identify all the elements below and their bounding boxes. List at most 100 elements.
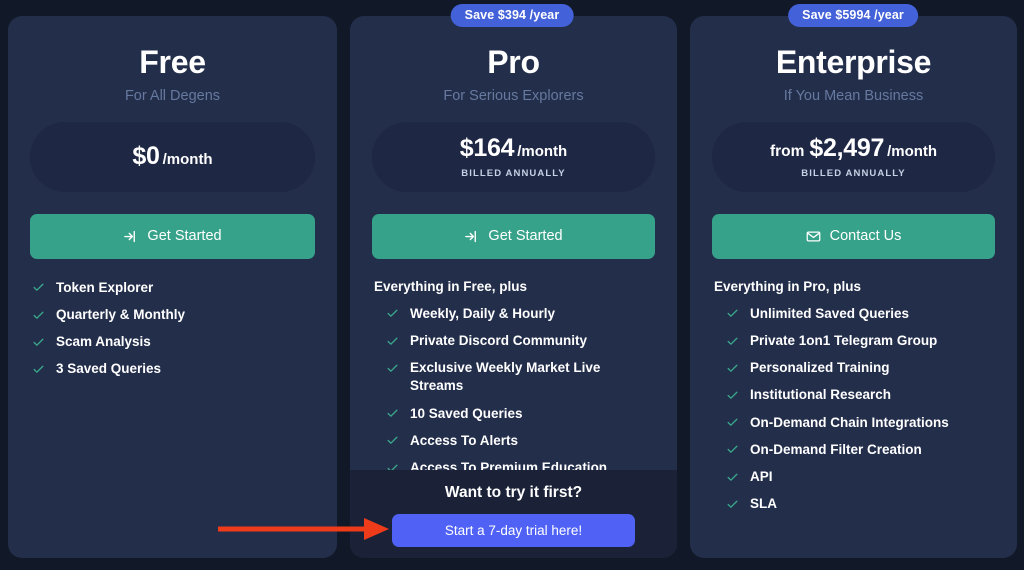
check-icon (726, 496, 739, 512)
check-icon (726, 442, 739, 458)
feature-label: SLA (750, 496, 777, 512)
feature-heading-enterprise: Everything in Pro, plus (714, 278, 862, 294)
save-badge-enterprise: Save $5994 /year (788, 4, 918, 27)
price-period-enterprise: /month (887, 143, 938, 161)
feature-list-free: Token Explorer Quarterly & Monthly Scam … (30, 279, 315, 379)
feature-heading-pro: Everything in Free, plus (374, 278, 528, 294)
list-item: Quarterly & Monthly (32, 306, 315, 324)
price-pill-free: $0 /month (30, 121, 315, 192)
start-trial-button[interactable]: Start a 7-day trial here! (392, 514, 635, 547)
feature-label: Access To Alerts (410, 432, 519, 448)
check-icon (32, 361, 45, 377)
price-period-pro: /month (517, 143, 568, 161)
price-amount-pro: $164 (459, 134, 515, 163)
list-item: Institutional Research (726, 386, 995, 404)
price-note-enterprise: BILLED ANNUALLY (801, 168, 906, 180)
plan-name-pro: Pro (487, 44, 540, 80)
plan-tagline-free: For All Degens (124, 87, 221, 104)
feature-label: Quarterly & Monthly (56, 307, 186, 323)
check-icon (386, 333, 399, 349)
check-icon (386, 306, 399, 322)
card-body-pro: Pro For Serious Explorers $164 /month BI… (350, 16, 677, 477)
feature-label: 10 Saved Queries (410, 405, 523, 421)
contact-us-label: Contact Us (829, 228, 902, 245)
list-item: 10 Saved Queries (386, 405, 655, 423)
price-row-enterprise: from $2,497 /month (770, 134, 937, 163)
features-ul-enterprise: Unlimited Saved Queries Private 1on1 Tel… (712, 305, 995, 514)
list-item: Weekly, Daily & Hourly (386, 305, 655, 323)
price-note-pro: BILLED ANNUALLY (461, 168, 566, 180)
plan-name-free: Free (139, 44, 206, 80)
save-badge-pro: Save $394 /year (450, 4, 574, 27)
list-item: Exclusive Weekly Market Live Streams (386, 359, 655, 395)
price-row-pro: $164 /month (460, 134, 567, 163)
check-icon (32, 307, 45, 323)
get-started-label-free: Get Started (147, 228, 222, 245)
price-amount-enterprise: $2,497 (809, 134, 885, 163)
check-icon (386, 433, 399, 449)
price-prefix-enterprise: from (769, 143, 805, 161)
contact-us-button[interactable]: Contact Us (712, 213, 995, 259)
feature-label: Personalized Training (750, 360, 890, 376)
trial-title: Want to try it first? (444, 484, 583, 501)
list-item: Scam Analysis (32, 333, 315, 351)
feature-label: Institutional Research (750, 387, 892, 403)
price-amount-free: $0 (132, 142, 160, 171)
card-body-enterprise: Enterprise If You Mean Business from $2,… (690, 16, 1017, 514)
plan-tagline-pro: For Serious Explorers (443, 87, 584, 104)
price-period-free: /month (162, 151, 213, 169)
get-started-label-pro: Get Started (488, 228, 563, 245)
login-arrow-icon (464, 229, 479, 244)
feature-label: On-Demand Filter Creation (750, 441, 922, 457)
plan-tagline-enterprise: If You Mean Business (783, 87, 924, 104)
check-icon (726, 415, 739, 431)
feature-label: On-Demand Chain Integrations (750, 414, 949, 430)
feature-label: Unlimited Saved Queries (750, 305, 910, 321)
list-item: Token Explorer (32, 279, 315, 297)
feature-label: Scam Analysis (56, 334, 151, 350)
list-item: SLA (726, 495, 995, 513)
check-icon (386, 406, 399, 422)
check-icon (32, 280, 45, 296)
list-item: Unlimited Saved Queries (726, 305, 995, 323)
get-started-button-free[interactable]: Get Started (30, 213, 315, 259)
list-item: On-Demand Filter Creation (726, 441, 995, 459)
feature-label: Exclusive Weekly Market Live Streams (410, 360, 601, 394)
feature-label: API (750, 469, 773, 485)
feature-list-pro: Everything in Free, plus Weekly, Daily &… (372, 279, 655, 478)
price-row-free: $0 /month (132, 142, 212, 171)
list-item: 3 Saved Queries (32, 360, 315, 378)
feature-list-enterprise: Everything in Pro, plus Unlimited Saved … (712, 279, 995, 514)
feature-label: Private 1on1 Telegram Group (750, 333, 938, 349)
list-item: On-Demand Chain Integrations (726, 414, 995, 432)
list-item: API (726, 468, 995, 486)
pricing-card-enterprise: Enterprise If You Mean Business from $2,… (690, 16, 1017, 558)
list-item: Private 1on1 Telegram Group (726, 332, 995, 350)
check-icon (386, 360, 399, 376)
feature-label: Weekly, Daily & Hourly (410, 305, 556, 321)
pricing-card-free: Free For All Degens $0 /month Get Starte… (8, 16, 337, 558)
card-body-free: Free For All Degens $0 /month Get Starte… (8, 16, 337, 379)
price-pill-pro: $164 /month BILLED ANNUALLY (372, 121, 655, 192)
feature-label: 3 Saved Queries (56, 361, 162, 377)
check-icon (726, 306, 739, 322)
plan-name-enterprise: Enterprise (775, 44, 932, 80)
check-icon (726, 360, 739, 376)
pricing-card-pro: Pro For Serious Explorers $164 /month BI… (350, 16, 677, 558)
check-icon (726, 387, 739, 403)
check-icon (726, 333, 739, 349)
features-ul-free: Token Explorer Quarterly & Monthly Scam … (30, 279, 315, 379)
list-item: Access To Alerts (386, 432, 655, 450)
list-item: Personalized Training (726, 359, 995, 377)
check-icon (726, 469, 739, 485)
trial-footer: Want to try it first? Start a 7-day tria… (350, 470, 677, 558)
features-ul-pro: Weekly, Daily & Hourly Private Discord C… (372, 305, 655, 478)
pricing-board: Free For All Degens $0 /month Get Starte… (0, 0, 1024, 570)
check-icon (32, 334, 45, 350)
get-started-button-pro[interactable]: Get Started (372, 213, 655, 259)
feature-label: Token Explorer (56, 279, 154, 295)
login-arrow-icon (123, 229, 138, 244)
list-item: Private Discord Community (386, 332, 655, 350)
price-pill-enterprise: from $2,497 /month BILLED ANNUALLY (712, 121, 995, 192)
feature-label: Private Discord Community (410, 333, 588, 349)
